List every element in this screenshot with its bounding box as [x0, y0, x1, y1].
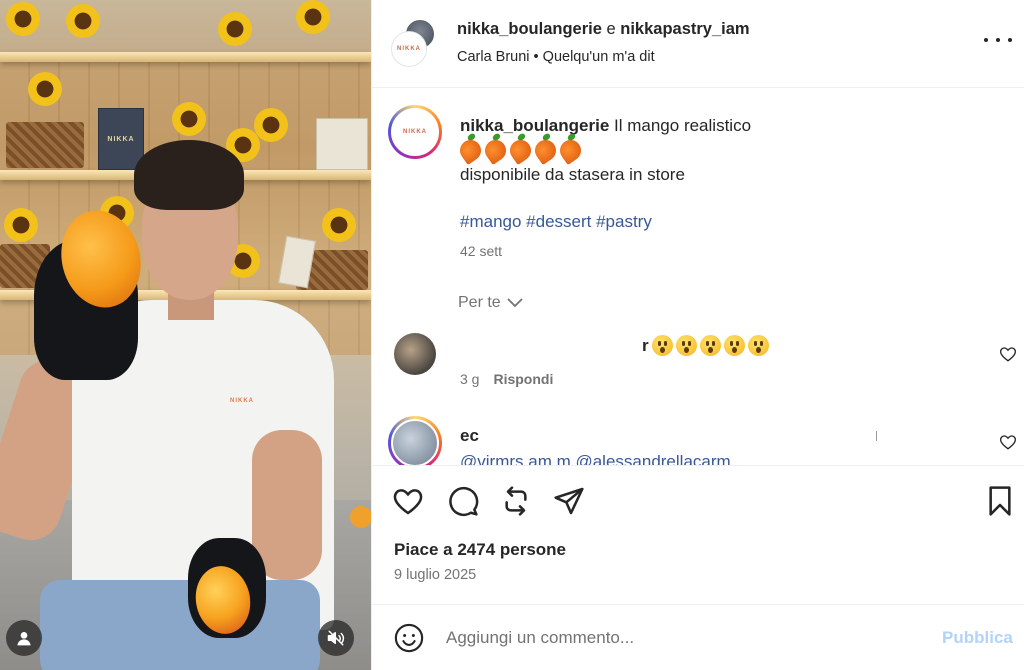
sunflower [6, 2, 40, 36]
carrot-emoji-row [455, 135, 586, 166]
sunflower [28, 72, 62, 106]
carrot-emoji [530, 135, 561, 166]
comment-mentions[interactable]: @virmrs.am.m @alessandrellacarm [460, 452, 731, 465]
astonished-emoji [723, 335, 745, 356]
shelf [0, 52, 371, 62]
likes-count[interactable]: Piace a 2474 persone [394, 540, 566, 560]
tagged-users-button[interactable] [6, 620, 42, 656]
commenter-avatar[interactable] [394, 333, 436, 375]
sunflower [296, 0, 330, 34]
comment-text: r [642, 335, 769, 356]
speaker-muted-icon [327, 630, 345, 646]
post-header: NIKKA nikka_boulangerie e nikkapastry_ia… [372, 0, 1024, 88]
comments-section[interactable]: NIKKA nikka_boulangerie Il mango realist… [372, 89, 1024, 465]
dot [996, 38, 1000, 42]
person-jeans [40, 580, 320, 670]
person-arm [252, 430, 322, 580]
sunflower [172, 102, 206, 136]
sunflower [4, 208, 38, 242]
carrot-emoji [480, 135, 511, 166]
avatar[interactable]: NIKKA [392, 32, 426, 66]
username-link[interactable]: nikka_boulangerie [457, 20, 602, 38]
caption-timestamp[interactable]: 42 sett [460, 243, 502, 259]
sunflower [322, 208, 356, 242]
caption-username[interactable]: nikka_boulangerie [460, 116, 609, 135]
caption-line-2: disponibile da stasera in store [460, 165, 685, 184]
astonished-emoji [651, 335, 673, 356]
mango [350, 506, 371, 528]
caption-text: Il mango realistico [614, 116, 752, 135]
comment-bubble-icon[interactable] [447, 485, 479, 517]
audio-track-link[interactable]: Carla Bruni • Quelqu'un m'a dit [457, 49, 655, 65]
save-bookmark-icon[interactable] [984, 485, 1016, 517]
post-details-panel: NIKKA nikka_boulangerie e nikkapastry_ia… [371, 0, 1024, 670]
nikka-box-label: NIKKA [107, 135, 135, 143]
caption-line: nikka_boulangerie Il mango realistico [460, 116, 751, 136]
nikka-box: NIKKA [98, 108, 144, 170]
conjunction: e [606, 20, 616, 38]
collab-names: nikka_boulangerie e nikkapastry_iam [457, 20, 750, 39]
sunflower [254, 108, 288, 142]
sunflower [66, 4, 100, 38]
more-options-button[interactable] [984, 30, 1012, 50]
comment-username[interactable]: ec [460, 426, 479, 446]
dot [1008, 38, 1012, 42]
carrot-emoji [555, 135, 586, 166]
pastry-box [316, 118, 368, 170]
person-hair [134, 140, 244, 210]
carrot-emoji [505, 135, 536, 166]
post-date[interactable]: 9 luglio 2025 [394, 567, 476, 583]
comment-meta: 3 g Rispondi [460, 371, 553, 387]
publish-button[interactable]: Pubblica [942, 628, 1013, 648]
for-you-dropdown[interactable]: Per te [458, 294, 523, 312]
nikka-logo: NIKKA [397, 46, 421, 52]
for-you-label: Per te [458, 294, 501, 311]
repost-icon[interactable] [500, 485, 532, 517]
reply-button[interactable]: Rispondi [493, 371, 553, 387]
user-icon [17, 632, 31, 646]
post-actions: Piace a 2474 persone 9 luglio 2025 [372, 465, 1024, 605]
carrot-emoji [455, 135, 486, 166]
dot [984, 38, 988, 42]
comment-composer: Pubblica [372, 604, 1024, 670]
like-heart-icon[interactable] [392, 485, 424, 517]
story-ring-avatar[interactable] [388, 416, 442, 465]
comment-text-fragment: r [642, 335, 649, 355]
post-media[interactable]: NIKKA NIKKA [0, 0, 371, 670]
emoji-smiley-icon[interactable] [394, 623, 424, 653]
divider [876, 431, 877, 441]
shirt-logo: NIKKA [230, 398, 254, 404]
caption-hashtags[interactable]: #mango #dessert #pastry [460, 212, 652, 232]
comment-input[interactable] [446, 623, 926, 653]
comment-like-heart-icon[interactable] [999, 345, 1017, 363]
astonished-emoji [675, 335, 697, 356]
comment-like-heart-icon[interactable] [999, 433, 1017, 451]
collab-avatars[interactable]: NIKKA [392, 18, 438, 66]
share-paper-plane-icon[interactable] [553, 485, 585, 517]
sunflower [218, 12, 252, 46]
astonished-emoji [699, 335, 721, 356]
mute-button[interactable] [318, 620, 354, 656]
username-link[interactable]: nikkapastry_iam [620, 20, 749, 38]
basket [6, 122, 84, 168]
story-ring-avatar[interactable]: NIKKA [388, 105, 442, 159]
nikka-logo: NIKKA [403, 129, 427, 135]
comment-time[interactable]: 3 g [460, 371, 479, 387]
astonished-emoji [747, 335, 769, 356]
chevron-down-icon [507, 298, 523, 308]
